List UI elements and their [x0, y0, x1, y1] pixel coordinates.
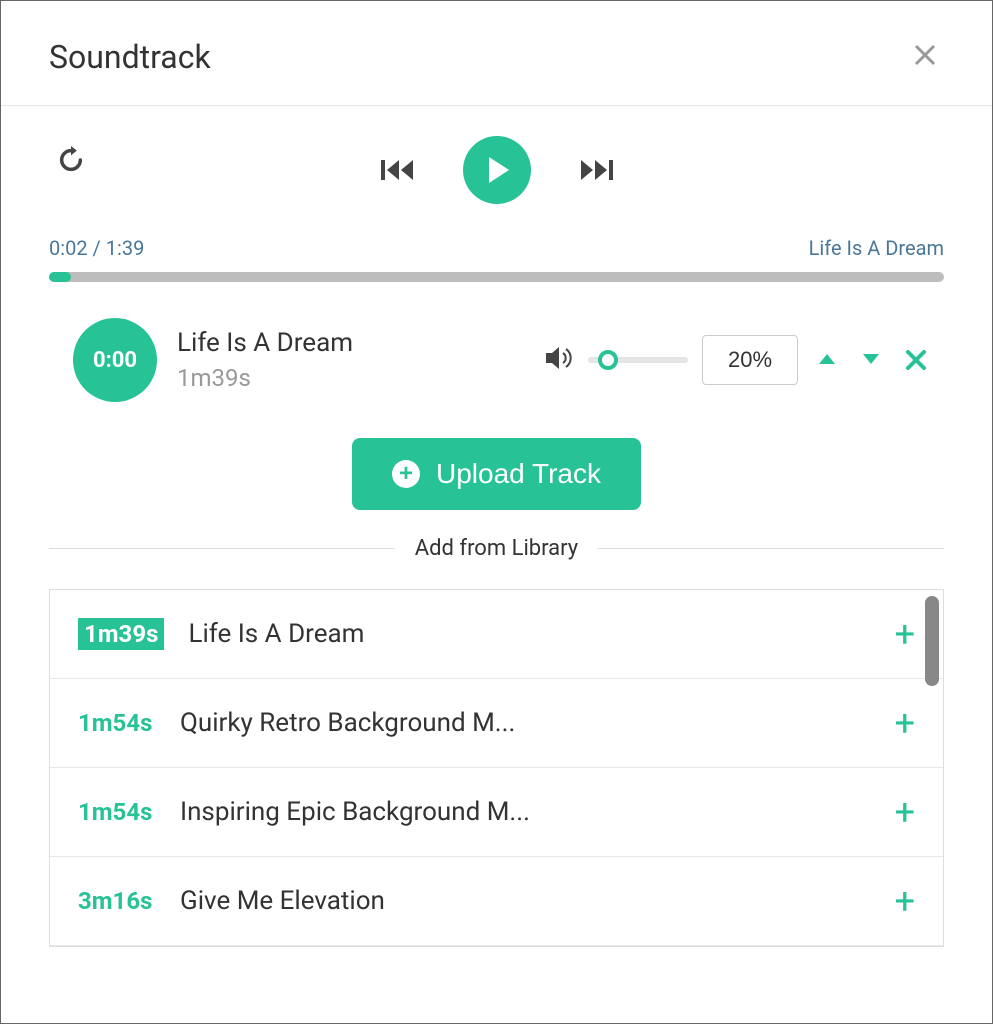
arrow-down-icon [862, 352, 880, 366]
move-down-button[interactable] [856, 351, 886, 370]
scrollbar-thumb[interactable] [925, 596, 939, 686]
volume-thumb[interactable] [598, 350, 618, 370]
add-track-button[interactable]: + [895, 705, 915, 741]
track-start-time: 0:00 [93, 348, 137, 373]
playback-time: 0:02 / 1:39 [49, 236, 144, 260]
player-controls [49, 136, 944, 204]
add-track-button[interactable]: + [895, 794, 915, 830]
upload-wrap: + Upload Track [49, 438, 944, 510]
player-section: 0:02 / 1:39 Life Is A Dream 0:00 Life Is… [1, 106, 992, 510]
library-divider: Add from Library [1, 536, 992, 561]
remove-icon [906, 350, 926, 370]
divider-line [598, 548, 944, 549]
progress-fill [49, 272, 71, 282]
move-up-button[interactable] [812, 351, 842, 370]
library-item-duration: 1m54s [78, 798, 156, 826]
library-item-title: Give Me Elevation [180, 886, 871, 916]
library-item[interactable]: 1m54s Quirky Retro Background M... + [50, 679, 943, 768]
library-item[interactable]: 1m54s Inspiring Epic Background M... + [50, 768, 943, 857]
now-playing-name: Life Is A Dream [809, 236, 944, 260]
upload-track-button[interactable]: + Upload Track [352, 438, 641, 510]
play-button[interactable] [463, 136, 531, 204]
volume-icon[interactable] [544, 345, 574, 375]
track-controls [544, 335, 932, 385]
arrow-up-icon [818, 352, 836, 366]
library-item-duration: 1m54s [78, 709, 156, 737]
volume-input[interactable] [702, 335, 798, 385]
close-icon [914, 44, 936, 66]
plus-circle-icon: + [392, 460, 420, 488]
library-item[interactable]: 3m16s Give Me Elevation + [50, 857, 943, 946]
panel-title: Soundtrack [49, 38, 211, 76]
redo-button[interactable] [57, 146, 85, 178]
divider-line [49, 548, 395, 549]
library-item-title: Life Is A Dream [188, 619, 870, 649]
panel-header: Soundtrack [1, 1, 992, 106]
library-item-duration: 1m39s [78, 618, 164, 650]
play-icon [489, 157, 509, 183]
library-item[interactable]: 1m39s Life Is A Dream + [50, 590, 943, 679]
upload-label: Upload Track [436, 458, 601, 490]
track-duration: 1m39s [177, 364, 417, 392]
skip-forward-icon [579, 158, 613, 182]
add-track-button[interactable]: + [895, 616, 915, 652]
library-item-title: Inspiring Epic Background M... [180, 797, 871, 827]
track-start-circle[interactable]: 0:00 [73, 318, 157, 402]
close-button[interactable] [906, 36, 944, 77]
volume-slider[interactable] [588, 357, 688, 363]
library-item-title: Quirky Retro Background M... [180, 708, 871, 738]
track-info: Life Is A Dream 1m39s [177, 328, 417, 392]
progress-bar[interactable] [49, 272, 944, 282]
library-label: Add from Library [415, 536, 578, 561]
remove-track-button[interactable] [900, 344, 932, 377]
skip-back-icon [381, 158, 415, 182]
skip-forward-button[interactable] [579, 158, 613, 182]
skip-back-button[interactable] [381, 158, 415, 182]
library-list[interactable]: 1m39s Life Is A Dream + 1m54s Quirky Ret… [49, 589, 944, 947]
track-title: Life Is A Dream [177, 328, 417, 358]
library-item-duration: 3m16s [78, 887, 156, 915]
current-track-row: 0:00 Life Is A Dream 1m39s [49, 318, 944, 438]
time-row: 0:02 / 1:39 Life Is A Dream [49, 236, 944, 260]
add-track-button[interactable]: + [895, 883, 915, 919]
redo-icon [57, 146, 85, 174]
